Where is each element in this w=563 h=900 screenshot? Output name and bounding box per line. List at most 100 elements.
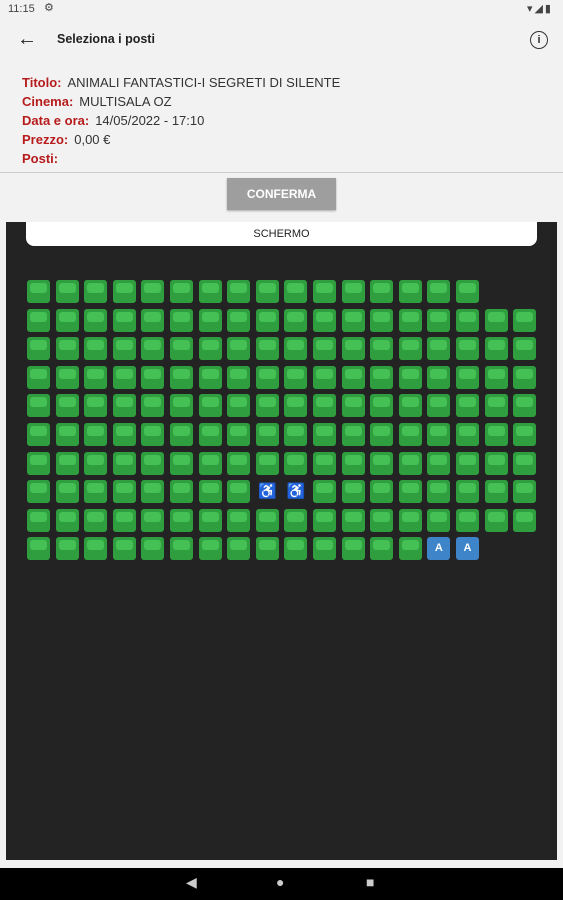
seat-available[interactable] <box>227 308 251 332</box>
seat-available[interactable] <box>227 537 251 561</box>
seat-available[interactable] <box>112 451 136 475</box>
seat-available[interactable] <box>170 337 193 361</box>
seat-available[interactable] <box>427 337 451 361</box>
seat-available[interactable] <box>398 537 422 561</box>
seat-available[interactable] <box>227 337 251 361</box>
seat-available[interactable] <box>27 451 50 475</box>
seat-available[interactable] <box>370 308 394 332</box>
seat-available[interactable] <box>284 394 308 418</box>
seat-available[interactable] <box>27 423 50 446</box>
seat-available[interactable] <box>170 508 193 532</box>
seat-available[interactable] <box>84 423 108 446</box>
seat-available[interactable] <box>27 280 50 303</box>
seat-available[interactable] <box>313 308 336 332</box>
seat-available[interactable] <box>27 337 50 361</box>
seat-available[interactable] <box>255 508 279 532</box>
seat-available[interactable] <box>55 308 79 332</box>
seat-available[interactable] <box>255 280 279 303</box>
seat-available[interactable] <box>513 308 537 332</box>
seat-available[interactable] <box>456 308 479 332</box>
seat-available[interactable] <box>141 423 165 446</box>
seat-available[interactable] <box>84 280 108 303</box>
seat-available[interactable] <box>313 480 336 504</box>
seat-available[interactable] <box>141 394 165 418</box>
seat-available[interactable] <box>398 365 422 389</box>
seat-available[interactable] <box>112 308 136 332</box>
seat-available[interactable] <box>513 508 537 532</box>
seat-available[interactable] <box>227 365 251 389</box>
seat-available[interactable] <box>55 451 79 475</box>
seat-available[interactable] <box>84 537 108 561</box>
seat-available[interactable] <box>284 365 308 389</box>
seat-available[interactable] <box>112 365 136 389</box>
seat-available[interactable] <box>370 451 394 475</box>
seat-available[interactable] <box>55 480 79 504</box>
seat-available[interactable] <box>484 451 508 475</box>
back-triangle-icon[interactable]: ◀ <box>186 874 197 891</box>
seat-available[interactable] <box>398 394 422 418</box>
seat-available[interactable] <box>313 394 336 418</box>
seat-available[interactable] <box>370 337 394 361</box>
seat-occupied[interactable]: ♿ <box>256 480 279 503</box>
seat-available[interactable] <box>398 451 422 475</box>
seat-available[interactable] <box>513 365 537 389</box>
seat-available[interactable] <box>427 423 451 446</box>
seat-available[interactable] <box>27 508 50 532</box>
seat-available[interactable] <box>341 480 365 504</box>
seat-available[interactable] <box>398 308 422 332</box>
seat-available[interactable] <box>456 337 479 361</box>
seat-available[interactable] <box>284 423 308 446</box>
seat-available[interactable] <box>55 337 79 361</box>
seat-available[interactable] <box>112 508 136 532</box>
arrow-back-icon[interactable]: ← <box>16 28 38 50</box>
seat-available[interactable] <box>398 508 422 532</box>
seat-available[interactable] <box>341 508 365 532</box>
seat-available[interactable] <box>284 308 308 332</box>
seat-available[interactable] <box>84 394 108 418</box>
seat-available[interactable] <box>255 337 279 361</box>
seat-available[interactable] <box>313 451 336 475</box>
seat-available[interactable] <box>141 480 165 504</box>
seat-available[interactable] <box>456 423 479 446</box>
seat-available[interactable] <box>370 480 394 504</box>
seat-available[interactable] <box>484 480 508 504</box>
seat-available[interactable] <box>513 394 537 418</box>
seat-available[interactable] <box>112 423 136 446</box>
recents-square-icon[interactable]: ■ <box>366 874 374 890</box>
seat-available[interactable] <box>112 280 136 303</box>
seat-available[interactable] <box>198 337 222 361</box>
seat-available[interactable] <box>141 365 165 389</box>
seat-available[interactable] <box>427 480 451 504</box>
seat-available[interactable] <box>313 508 336 532</box>
seat-available[interactable] <box>112 394 136 418</box>
seat-available[interactable] <box>227 423 251 446</box>
seat-available[interactable] <box>170 537 193 561</box>
seat-available[interactable] <box>284 280 308 303</box>
seat-accessible[interactable]: A <box>456 537 479 561</box>
seat-available[interactable] <box>370 508 394 532</box>
seat-available[interactable] <box>484 365 508 389</box>
seat-available[interactable] <box>55 280 79 303</box>
seat-available[interactable] <box>170 480 193 504</box>
seat-available[interactable] <box>313 280 336 303</box>
seat-available[interactable] <box>170 451 193 475</box>
seat-available[interactable] <box>427 451 451 475</box>
seat-available[interactable] <box>55 423 79 446</box>
seat-available[interactable] <box>112 337 136 361</box>
seat-available[interactable] <box>513 337 537 361</box>
seat-available[interactable] <box>84 308 108 332</box>
seat-available[interactable] <box>484 394 508 418</box>
seat-available[interactable] <box>456 394 479 418</box>
seat-available[interactable] <box>227 451 251 475</box>
seat-available[interactable] <box>284 508 308 532</box>
seat-available[interactable] <box>284 537 308 561</box>
seat-available[interactable] <box>513 423 537 446</box>
seat-available[interactable] <box>427 394 451 418</box>
seat-available[interactable] <box>141 537 165 561</box>
seat-available[interactable] <box>27 394 50 418</box>
seat-available[interactable] <box>341 537 365 561</box>
seat-available[interactable] <box>456 280 479 303</box>
seat-available[interactable] <box>170 280 193 303</box>
seat-available[interactable] <box>398 480 422 504</box>
seat-available[interactable] <box>198 365 222 389</box>
